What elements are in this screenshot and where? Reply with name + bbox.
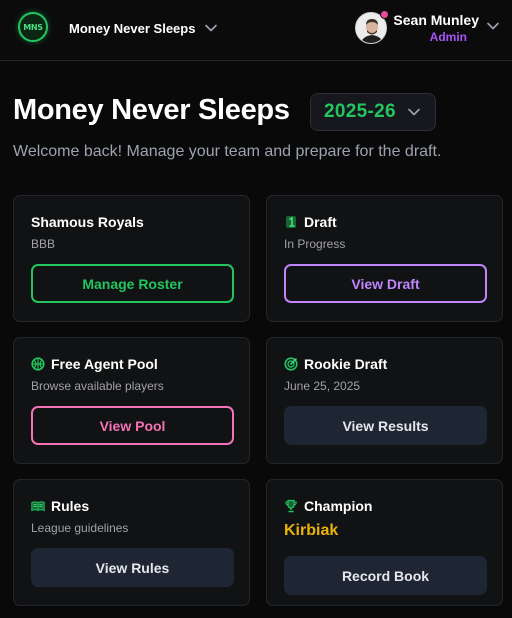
manage-roster-button[interactable]: Manage Roster <box>31 264 234 303</box>
card-title: Champion <box>284 498 372 514</box>
user-name: Sean Munley <box>393 12 479 28</box>
champion-card: Champion Kirbiak Record Book <box>266 479 503 606</box>
view-results-button[interactable]: View Results <box>284 406 487 445</box>
book-icon <box>31 499 45 513</box>
season-select[interactable]: 2025-26 <box>310 93 436 131</box>
chevron-down-icon <box>408 108 420 116</box>
rules-title: Rules <box>51 498 90 514</box>
league-logo[interactable]: MNS <box>18 12 48 42</box>
target-icon <box>284 357 298 371</box>
draft-title: Draft <box>304 214 337 230</box>
view-draft-button[interactable]: View Draft <box>284 264 487 303</box>
user-avatar-button[interactable] <box>355 10 389 44</box>
trophy-icon <box>284 499 298 513</box>
rules-description: League guidelines <box>31 521 129 535</box>
free-agent-description: Browse available players <box>31 379 164 393</box>
team-card: Shamous Royals BBB Manage Roster <box>13 195 250 322</box>
record-book-button[interactable]: Record Book <box>284 556 487 595</box>
basketball-icon <box>31 357 45 371</box>
draft-card: Draft In Progress View Draft <box>266 195 503 322</box>
rookie-draft-title: Rookie Draft <box>304 356 388 372</box>
notification-dot <box>380 10 389 19</box>
chevron-down-icon <box>205 24 218 32</box>
league-switcher[interactable]: Money Never Sleeps <box>69 18 218 38</box>
card-title: Rules <box>31 498 89 514</box>
chevron-down-icon[interactable] <box>487 22 499 30</box>
card-title: Shamous Royals <box>31 214 144 230</box>
rules-card: Rules League guidelines View Rules <box>13 479 250 606</box>
card-title: Free Agent Pool <box>31 356 158 372</box>
view-pool-button[interactable]: View Pool <box>31 406 234 445</box>
season-value: 2025-26 <box>324 101 396 122</box>
rookie-draft-date: June 25, 2025 <box>284 379 361 393</box>
team-abbreviation: BBB <box>31 237 56 251</box>
team-name: Shamous Royals <box>31 214 144 230</box>
champion-title: Champion <box>304 498 373 514</box>
champion-name: Kirbiak <box>284 522 339 539</box>
rookie-draft-card: Rookie Draft June 25, 2025 View Results <box>266 337 503 464</box>
logo-text: MNS <box>23 22 43 32</box>
card-title: Draft <box>284 214 337 230</box>
user-info[interactable]: Sean Munley Admin <box>393 12 479 46</box>
league-name: Money Never Sleeps <box>69 20 196 36</box>
number-one-icon <box>284 215 298 229</box>
top-header: MNS Money Never Sleeps Sean Munley Admin <box>0 0 512 61</box>
card-title: Rookie Draft <box>284 356 387 372</box>
free-agent-card: Free Agent Pool Browse available players… <box>13 337 250 464</box>
page-title: Money Never Sleeps <box>13 94 290 126</box>
user-role: Admin <box>429 30 467 44</box>
welcome-text: Welcome back! Manage your team and prepa… <box>13 143 442 160</box>
free-agent-title: Free Agent Pool <box>51 356 158 372</box>
draft-status: In Progress <box>284 237 346 251</box>
view-rules-button[interactable]: View Rules <box>31 548 234 587</box>
